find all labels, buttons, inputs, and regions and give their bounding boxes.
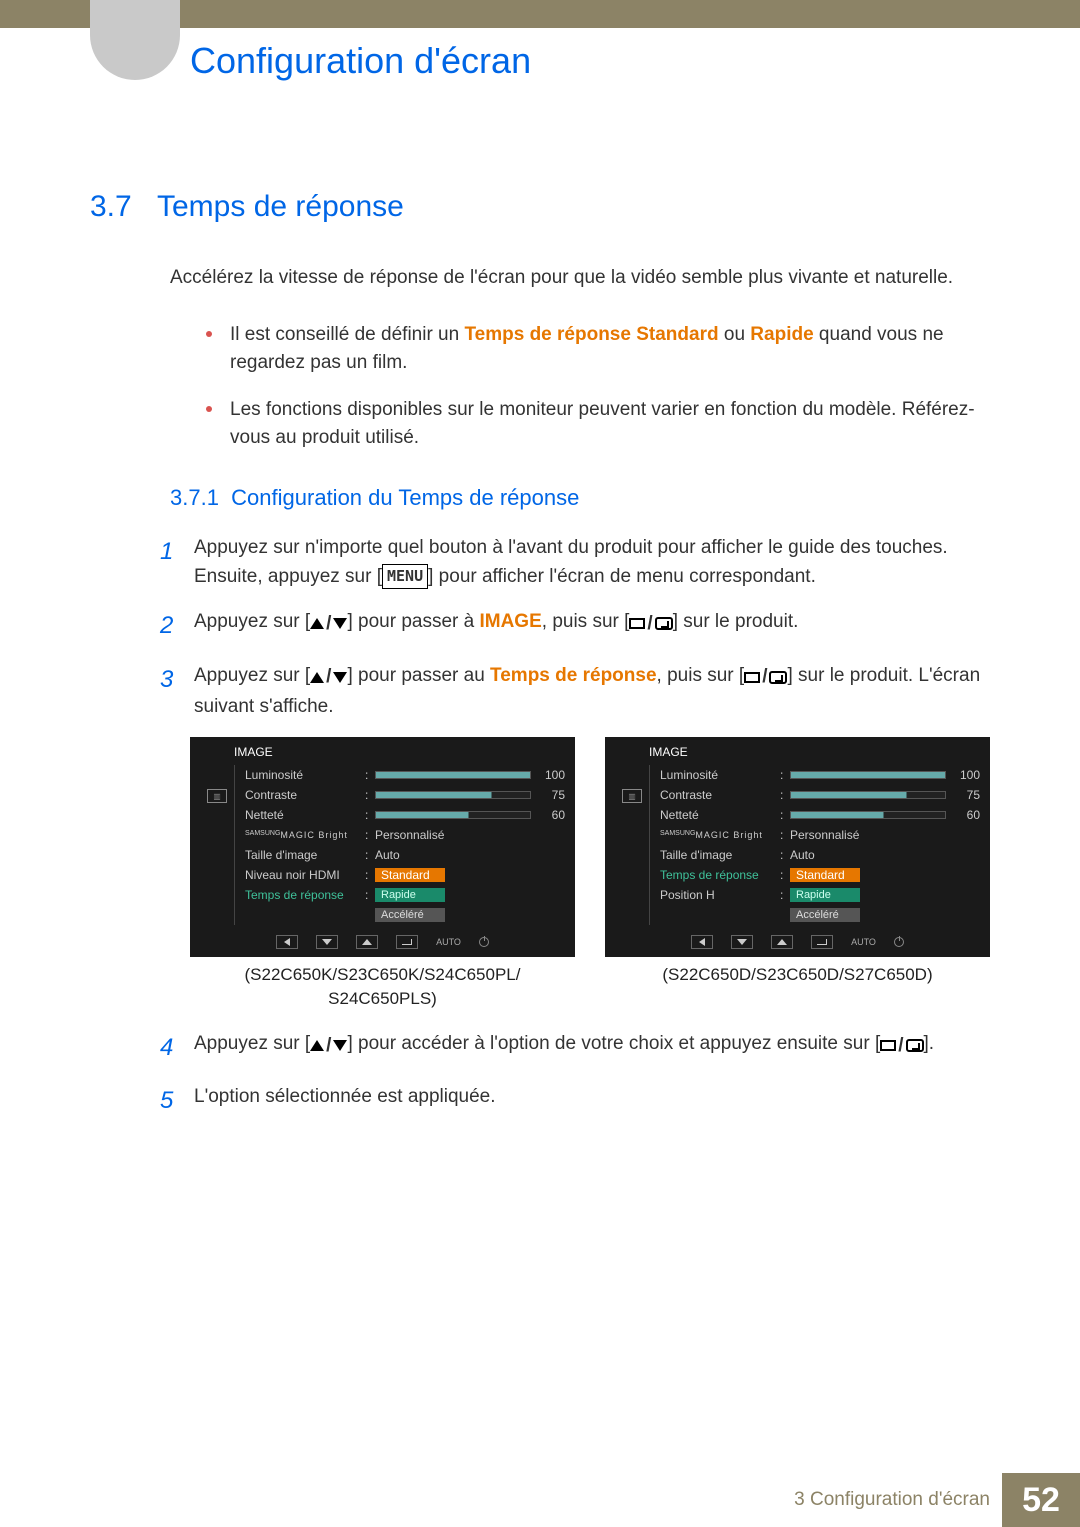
step-number: 4 (160, 1029, 194, 1066)
osd-nav-bar: AUTO (615, 933, 980, 951)
page-footer: 3 Configuration d'écran 52 (0, 1473, 1080, 1527)
select-enter-icon: / (744, 662, 787, 691)
step: 1 Appuyez sur n'importe quel bouton à l'… (160, 533, 990, 592)
osd-nav-bar: AUTO (200, 933, 565, 951)
note-list: Il est conseillé de définir un Temps de … (230, 321, 990, 453)
osd-title: IMAGE (615, 745, 980, 759)
up-down-icon: / (310, 609, 347, 638)
subsection-heading: 3.7.1 Configuration du Temps de réponse (170, 485, 990, 511)
step-number: 2 (160, 607, 194, 644)
section-title: Temps de réponse (157, 190, 404, 224)
menu-button-label: MENU (382, 564, 428, 589)
steps-list: 1 Appuyez sur n'importe quel bouton à l'… (160, 533, 990, 722)
select-enter-icon: / (629, 609, 672, 638)
chapter-tab (90, 0, 180, 80)
step: 3 Appuyez sur [/] pour passer au Temps d… (160, 661, 990, 722)
osd-screenshots: IMAGE ▥ Luminosité:100 Contraste:75 Nett… (190, 737, 990, 1011)
step-number: 1 (160, 533, 194, 592)
section-number: 3.7 (90, 190, 132, 224)
note-item: Il est conseillé de définir un Temps de … (230, 321, 990, 378)
osd-caption-right: (S22C650D/S23C650D/S27C650D) (605, 963, 990, 987)
step-number: 5 (160, 1082, 194, 1119)
chapter-title: Configuration d'écran (190, 40, 531, 82)
select-enter-icon: / (880, 1031, 923, 1060)
osd-panel-right: IMAGE ▥ Luminosité:100 Contraste:75 Nett… (605, 737, 990, 957)
section-intro: Accélérez la vitesse de réponse de l'écr… (170, 264, 990, 293)
step: 2 Appuyez sur [/] pour passer à IMAGE, p… (160, 607, 990, 644)
up-down-icon: / (310, 1031, 347, 1060)
osd-side-icon: ▥ (622, 789, 642, 803)
osd-side-icon: ▥ (207, 789, 227, 803)
page-content: 3.7 Temps de réponse Accélérez la vitess… (90, 190, 990, 1135)
step-number: 3 (160, 661, 194, 722)
osd-panel-left: IMAGE ▥ Luminosité:100 Contraste:75 Nett… (190, 737, 575, 957)
step: 5 L'option sélectionnée est appliquée. (160, 1082, 990, 1119)
page-number: 52 (1002, 1473, 1080, 1527)
step: 4 Appuyez sur [/] pour accéder à l'optio… (160, 1029, 990, 1066)
osd-title: IMAGE (200, 745, 565, 759)
up-down-icon: / (310, 662, 347, 691)
footer-chapter-label: 3 Configuration d'écran (794, 1489, 990, 1511)
osd-caption-left: (S22C650K/S23C650K/S24C650PL/ S24C650PLS… (190, 963, 575, 1011)
note-item: Les fonctions disponibles sur le moniteu… (230, 396, 990, 453)
